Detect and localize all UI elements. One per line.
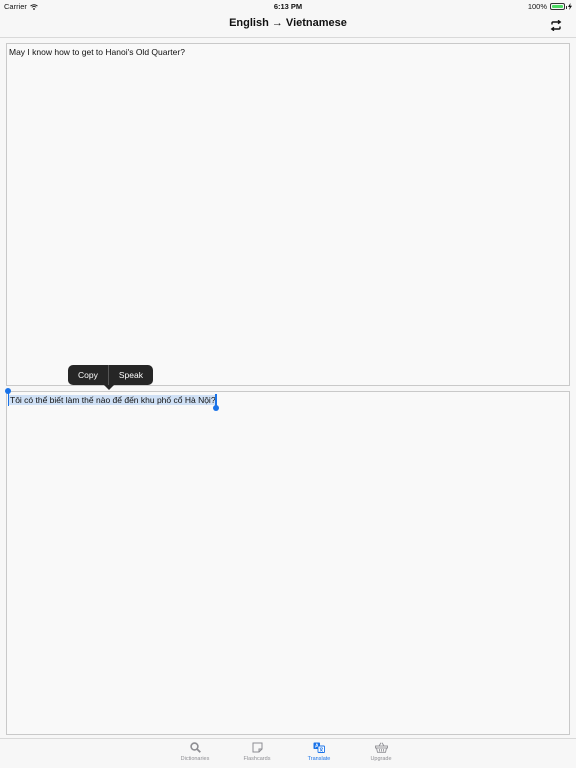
status-bar: Carrier 6:13 PM 100%: [0, 0, 576, 12]
translation-text[interactable]: Tôi có thể biết làm thế nào để đến khu p…: [9, 395, 217, 405]
tab-dictionaries[interactable]: Dictionaries: [165, 742, 225, 762]
battery-percent: 100%: [527, 2, 547, 11]
selection-start-bar: [7, 392, 9, 406]
battery-info: 100%: [528, 2, 572, 11]
tab-upgrade[interactable]: Upgrade: [351, 742, 411, 762]
search-icon: [189, 742, 201, 753]
swap-arrows-icon: [550, 19, 562, 31]
tab-label-flashcards: Flashcards: [243, 756, 271, 762]
menu-pointer: [104, 385, 114, 390]
battery-icon: [550, 3, 567, 10]
translation-text-area[interactable]: Tôi có thể biết làm thế nào để đến khu p…: [6, 391, 570, 735]
status-time: 6:13 PM: [273, 2, 303, 11]
edit-menu: Copy Speak: [68, 365, 153, 390]
speak-menu-item[interactable]: Speak: [109, 365, 153, 385]
translate-icon: A: [313, 742, 325, 753]
copy-menu-item[interactable]: Copy: [68, 365, 108, 385]
basket-icon: [374, 742, 388, 753]
page-title: English → Vietnamese: [229, 17, 347, 29]
swap-languages-button[interactable]: [548, 17, 564, 33]
translation-text-wrap: Tôi có thể biết làm thế nào để đến khu p…: [9, 395, 217, 406]
tab-label-dictionaries: Dictionaries: [180, 756, 210, 762]
selection-end-handle[interactable]: [212, 405, 219, 411]
tab-bar: Dictionaries Flashcards A Translate Upgr…: [0, 738, 576, 768]
note-icon: [252, 742, 262, 753]
tab-label-upgrade: Upgrade: [370, 756, 392, 762]
source-text: May I know how to get to Hanoi's Old Qua…: [9, 47, 185, 57]
source-text-area[interactable]: May I know how to get to Hanoi's Old Qua…: [6, 43, 570, 386]
charging-bolt-icon: [568, 3, 572, 10]
tab-flashcards[interactable]: Flashcards: [227, 742, 287, 762]
tab-translate[interactable]: A Translate: [289, 742, 349, 762]
navigation-bar: English → Vietnamese: [0, 12, 576, 38]
tab-label-translate: Translate: [307, 756, 331, 762]
